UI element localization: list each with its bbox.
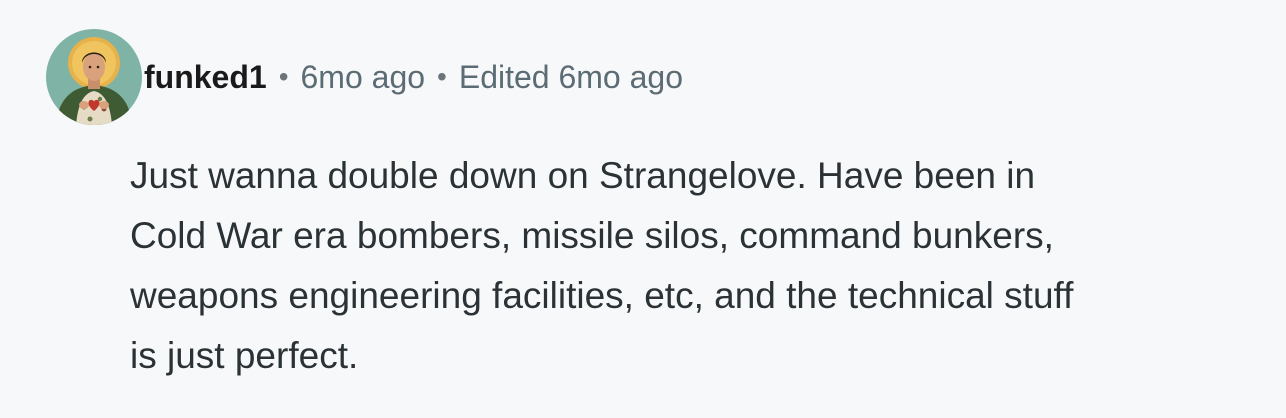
- meta-separator: •: [437, 61, 447, 92]
- meta-separator: •: [278, 61, 289, 92]
- author-username[interactable]: funked1: [144, 52, 267, 102]
- comment-timestamp[interactable]: 6mo ago: [301, 52, 426, 102]
- comment-body: Just wanna double down on Strangelove. H…: [130, 146, 1270, 386]
- edited-timestamp: Edited 6mo ago: [458, 59, 683, 95]
- comment: funked1 • 6mo ago • Edited 6mo ago Just …: [0, 0, 1286, 418]
- user-avatar-icon: [46, 29, 142, 125]
- comment-meta: funked1 • 6mo ago • Edited 6mo ago: [144, 52, 683, 102]
- comment-text: Just wanna double down on Strangelove. H…: [130, 155, 1074, 376]
- user-avatar[interactable]: [46, 29, 142, 125]
